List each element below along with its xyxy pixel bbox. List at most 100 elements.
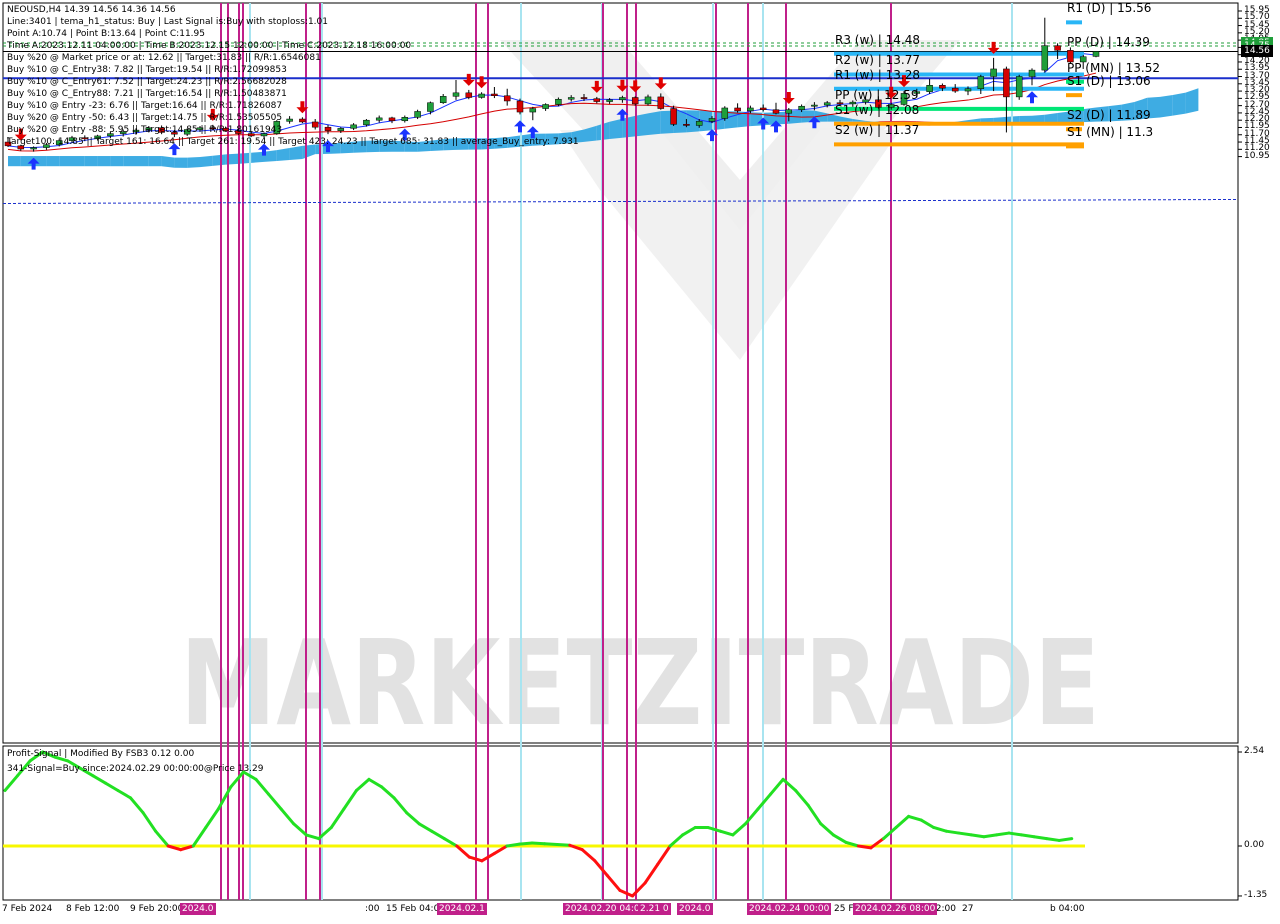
watermark-text: MARKETZITRADE <box>180 614 1100 752</box>
subwindow-title: Profit-Signal | Modified By FSB3 0.12 0.… <box>7 749 195 759</box>
info-line: Time A:2023.12.11 04:00:00 | Time B:2023… <box>7 41 412 51</box>
time-marker-label: 2024.0 <box>677 903 713 915</box>
candle-body <box>657 96 665 109</box>
osc-tick-label: -1.35 <box>1244 889 1268 900</box>
oscillator-segment <box>505 842 522 848</box>
candle-body <box>734 107 741 112</box>
pivot-label-s2-d: S2 (D) | 11.89 <box>1067 108 1151 123</box>
info-line: Buy %20 @ Entry -50: 6.43 || Target:14.7… <box>7 113 283 123</box>
candle[interactable] <box>1092 51 1100 58</box>
info-line: Point A:10.74 | Point B:13.64 | Point C:… <box>7 29 205 39</box>
candle-body <box>772 109 780 114</box>
candle-body <box>798 105 805 110</box>
candle-body <box>1003 68 1010 98</box>
oscillator-segment <box>1007 831 1024 837</box>
candle[interactable] <box>670 105 677 127</box>
oscillator-segment <box>543 842 559 847</box>
pivot-label-s1-mn: S1 (MN) | 11.3 <box>1067 125 1154 140</box>
oscillator-segment <box>518 841 534 846</box>
time-tick-label: 25 F <box>834 904 854 914</box>
info-line: Buy %10 @ Entry -23: 6.76 || Target:16.6… <box>7 101 283 111</box>
candle-body <box>1041 45 1049 71</box>
time-tick-label: 7 Feb 2024 <box>2 904 53 914</box>
candle-body <box>683 124 690 126</box>
pivot-label-s1-w: S1 (w) | 12.08 <box>835 102 920 117</box>
candle-body <box>644 96 652 105</box>
cloud-segment <box>97 156 111 167</box>
cloud-segment <box>1160 95 1173 118</box>
candle-body <box>1054 45 1061 51</box>
candle-body <box>708 118 716 122</box>
candle-body <box>606 99 613 102</box>
candle-body <box>990 68 997 77</box>
time-tick-label: 15 Feb 04:0 <box>386 904 440 914</box>
cloud-segment <box>635 113 648 137</box>
cloud-segment <box>136 156 149 167</box>
time-tick-label: 9 Feb 20:00 <box>130 904 184 914</box>
pivot-label-r1-w: R1 (w) | 13.28 <box>835 67 920 82</box>
time-tick-label: 27 <box>962 904 974 914</box>
candle[interactable] <box>1015 74 1023 100</box>
candle-body <box>823 102 831 106</box>
pivot-label-s2-w: S2 (w) | 11.37 <box>835 123 920 138</box>
cloud-segment <box>59 156 72 167</box>
cloud-segment <box>648 111 661 136</box>
time-tick-label: b 04:00 <box>1050 904 1085 914</box>
time-marker-label: 2024.02.24 00:00 <box>747 903 832 915</box>
oscillator-segment <box>1057 837 1074 842</box>
pivot-label-r3-w: R3 (w) | 14.48 <box>835 32 920 47</box>
candle-body <box>721 107 729 119</box>
osc-tick-label: 0.00 <box>1244 840 1265 850</box>
oscillator-segment <box>957 831 973 837</box>
pivot-label-pp-w: PP (w) | 12.59 <box>835 87 919 102</box>
candle-body <box>759 107 767 110</box>
pivot-label-s1-d: S1 (D) | 13.06 <box>1067 74 1151 89</box>
candle-body <box>964 88 972 92</box>
price-tag: 14.56 <box>1241 45 1273 58</box>
candle-body <box>811 104 818 107</box>
cloud-segment <box>148 156 162 167</box>
candle-body <box>926 85 933 92</box>
info-line: Buy %10 @ C_Entry88: 7.21 || Target:16.5… <box>7 89 287 99</box>
pivot-label-pp-mn: PP (MN) | 13.52 <box>1067 60 1161 75</box>
oscillator-segment <box>969 833 986 839</box>
cloud-segment <box>174 157 188 168</box>
osc-tick-label: 2.54 <box>1244 746 1265 756</box>
oscillator-segment <box>982 833 998 839</box>
candle-body <box>670 108 677 125</box>
info-line: Buy %20 @ Market price or at: 12.62 || T… <box>7 53 321 63</box>
oscillator-segment <box>856 844 873 850</box>
cloud-segment <box>200 155 213 168</box>
cloud-segment <box>84 156 98 167</box>
oscillator-segment <box>994 831 1011 837</box>
oscillator-segment <box>530 841 547 846</box>
oscillator-segment <box>555 843 572 847</box>
cloud-segment <box>1185 88 1199 114</box>
oscillator-segment <box>1032 835 1049 841</box>
candle-body <box>747 107 754 112</box>
subwindow-info: Profit-Signal | Modified By FSB3 0.12 0.… <box>7 748 263 778</box>
candle-body <box>1015 76 1023 98</box>
candle[interactable] <box>721 106 729 121</box>
cloud-segment <box>123 156 136 167</box>
cloud-segment <box>1172 92 1186 116</box>
indicator-info-panel: NEOUSD,H4 14.39 14.56 14.36 14.56 Line:3… <box>7 4 579 148</box>
cloud-segment <box>276 148 290 161</box>
oscillator-segment <box>944 829 961 835</box>
cloud-segment <box>72 156 85 167</box>
time-tick-label: 8 Feb 12:00 <box>66 904 120 914</box>
time-marker-label: 2024.02.20 04:00 <box>563 903 648 915</box>
info-line: Buy %20 @ Entry -88: 5.95 || Target:14.8… <box>7 125 283 135</box>
cloud-segment <box>8 156 21 167</box>
time-marker-label: 2024.0 <box>180 903 216 915</box>
cloud-segment <box>161 156 175 168</box>
candle-body <box>631 97 639 105</box>
info-line: Buy %10 @ C_Entry38: 7.82 || Target:19.5… <box>7 65 287 75</box>
oscillator-segment <box>1020 833 1036 839</box>
cloud-segment <box>609 118 623 139</box>
symbol-header: NEOUSD,H4 14.39 14.56 14.36 14.56 <box>7 5 176 15</box>
cloud-segment <box>212 154 226 166</box>
time-marker-label: 2024.02.26 08:00 <box>853 903 938 915</box>
candle-body <box>939 85 946 89</box>
axes <box>1238 10 1242 897</box>
